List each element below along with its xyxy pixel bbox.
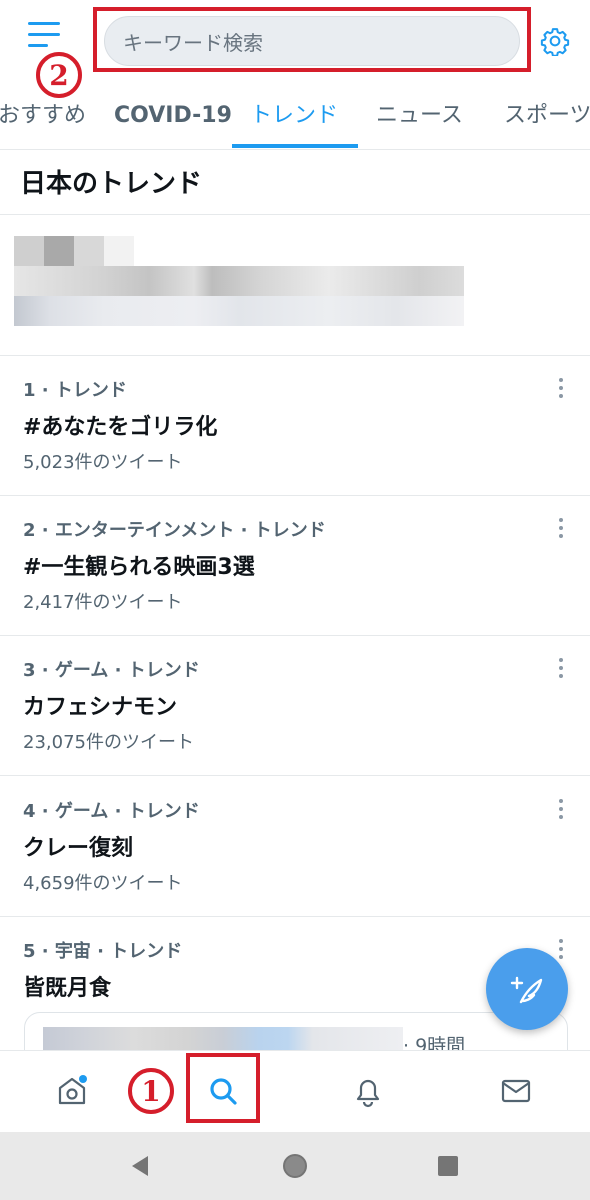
bell-icon[interactable] — [348, 1071, 388, 1111]
tab-recommended[interactable]: おすすめ — [0, 82, 96, 149]
trend-title: #一生観られる映画3選 — [23, 555, 255, 580]
trend-meta: 5 · 宇宙 · トレンド — [23, 941, 183, 962]
active-tab-indicator — [232, 144, 358, 148]
trend-tweet-count: 4,659件のツイート — [23, 873, 183, 894]
trend-title: クレー復刻 — [23, 836, 134, 861]
compose-tweet-button[interactable] — [486, 948, 568, 1030]
more-options-icon[interactable] — [556, 799, 566, 821]
trend-item[interactable]: 1 · トレンド #あなたをゴリラ化 5,023件のツイート — [0, 356, 590, 496]
system-navigation-bar — [0, 1132, 590, 1200]
home-circle-icon[interactable] — [282, 1153, 308, 1179]
annotation-highlight-search-tab — [186, 1053, 260, 1123]
trend-meta: 3 · ゲーム · トレンド — [23, 660, 200, 681]
more-options-icon[interactable] — [556, 378, 566, 400]
trend-tweet-count: 23,075件のツイート — [23, 732, 194, 753]
trend-tweet-count: 5,023件のツイート — [23, 452, 183, 473]
more-options-icon[interactable] — [556, 518, 566, 540]
hamburger-menu-icon[interactable] — [28, 22, 62, 52]
trend-item[interactable]: 4 · ゲーム · トレンド クレー復刻 4,659件のツイート — [0, 777, 590, 917]
more-options-icon[interactable] — [556, 939, 566, 961]
trend-title: 皆既月食 — [23, 976, 112, 1001]
mail-icon[interactable] — [496, 1071, 536, 1111]
tab-sports[interactable]: スポーツ — [494, 82, 590, 149]
gear-icon[interactable] — [540, 26, 570, 57]
trend-title: #あなたをゴリラ化 — [23, 415, 218, 440]
back-icon[interactable] — [128, 1154, 152, 1178]
recent-apps-icon[interactable] — [437, 1155, 459, 1177]
trend-title: カフェシナモン — [23, 695, 178, 720]
trend-item[interactable]: 3 · ゲーム · トレンド カフェシナモン 23,075件のツイート — [0, 636, 590, 776]
annotation-highlight-search — [93, 7, 531, 72]
blurred-promo-content[interactable] — [14, 236, 464, 328]
section-title: 日本のトレンド — [20, 169, 203, 199]
annotation-marker-1: 1 — [128, 1068, 174, 1114]
home-icon[interactable] — [52, 1071, 92, 1111]
trend-meta: 1 · トレンド — [23, 380, 127, 401]
tab-covid19[interactable]: COVID-19 — [104, 82, 242, 149]
trend-item[interactable]: 2 · エンターテインメント · トレンド #一生観られる映画3選 2,417件… — [0, 496, 590, 636]
tab-news[interactable]: ニュース — [366, 82, 473, 149]
divider — [0, 214, 590, 215]
trend-meta: 4 · ゲーム · トレンド — [23, 801, 200, 822]
explore-tabs: おすすめ COVID-19 トレンド ニュース スポーツ — [0, 82, 590, 150]
more-options-icon[interactable] — [556, 658, 566, 680]
bottom-navigation — [0, 1050, 590, 1132]
trend-meta: 2 · エンターテインメント · トレンド — [23, 520, 326, 541]
feather-plus-icon — [510, 976, 543, 1004]
trend-tweet-count: 2,417件のツイート — [23, 592, 183, 613]
tab-trends[interactable]: トレンド — [240, 82, 348, 149]
